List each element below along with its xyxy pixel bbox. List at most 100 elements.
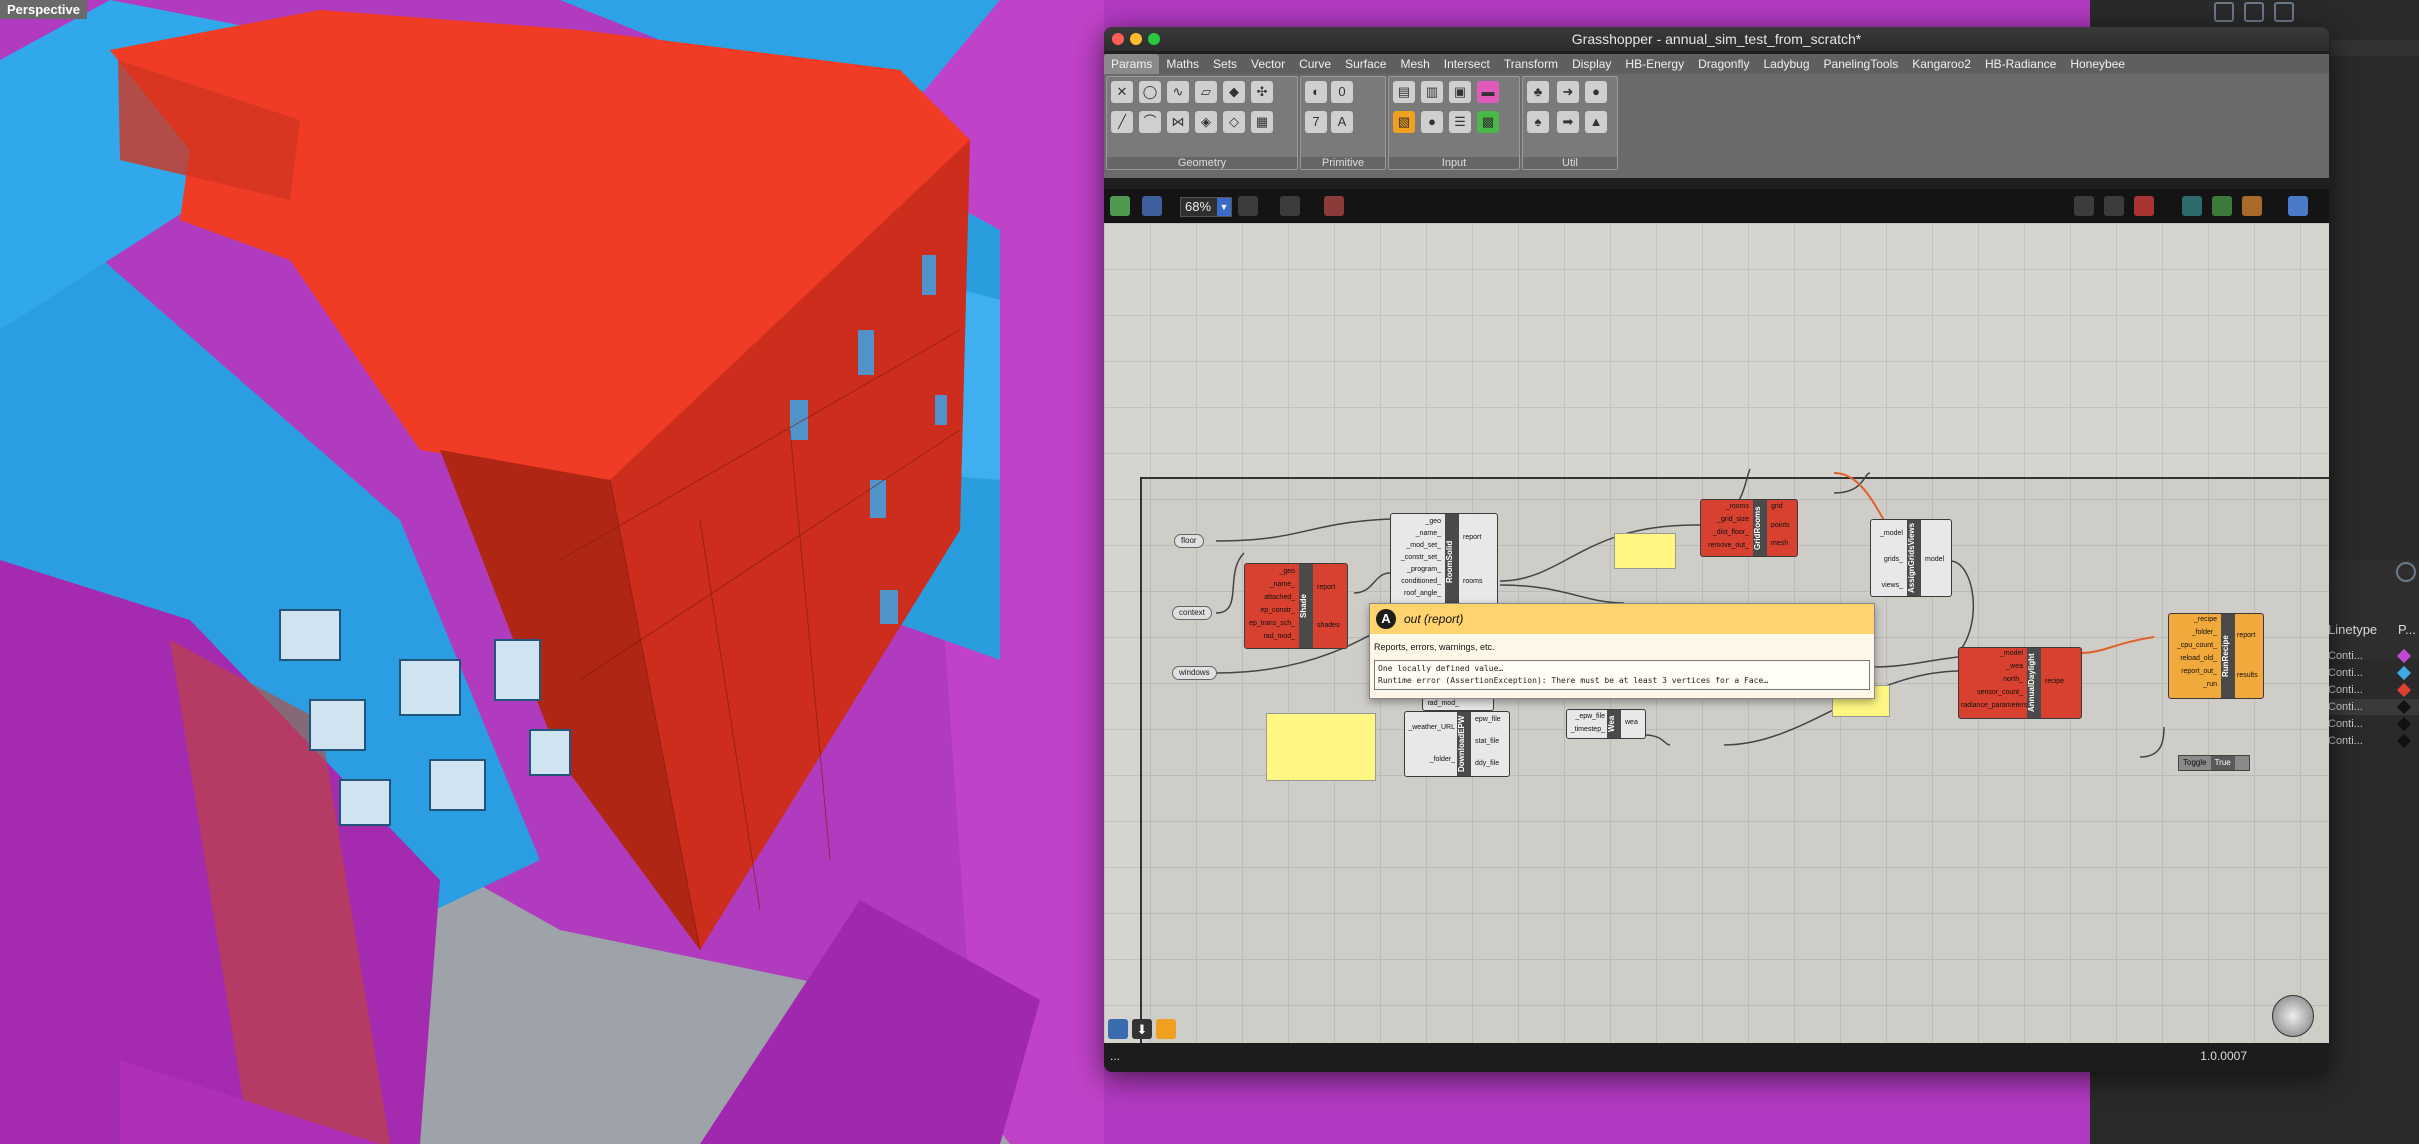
save-icon[interactable] [1142,196,1162,216]
tab-kangaroo2[interactable]: Kangaroo2 [1905,54,1978,74]
sketch-icon[interactable] [1324,196,1344,216]
tree-icon[interactable]: ♠ [1527,111,1549,133]
preview-mode-icon[interactable] [2074,196,2094,216]
zoom-select[interactable]: 68% ▼ [1180,197,1232,217]
hidden-component[interactable]: rad_mod_ [1422,697,1494,711]
tab-dragonfly[interactable]: Dragonfly [1691,54,1756,74]
zoom-button[interactable] [1148,33,1160,45]
close-button[interactable] [1112,33,1124,45]
file-icon[interactable]: ▥ [1421,81,1443,103]
window-titlebar[interactable]: Grasshopper - annual_sim_test_from_scrat… [1104,27,2329,51]
plane-icon[interactable]: ▦ [1251,111,1273,133]
room-solid-component[interactable]: _geo _name_ _mod_set_ _constr_set_ _prog… [1390,513,1498,611]
grasshopper-canvas[interactable]: floor context windows _geo _name_ attach… [1104,223,2329,1043]
curve-icon[interactable]: ∿ [1167,81,1189,103]
minimize-button[interactable] [1130,33,1142,45]
grasshopper-window[interactable]: Grasshopper - annual_sim_test_from_scrat… [1104,27,2329,1072]
cherry-icon[interactable]: ♣ [1527,81,1549,103]
relay-icon[interactable]: ➡ [1557,111,1579,133]
navigation-wheel-icon[interactable] [2272,995,2314,1037]
assign-grids-views-component[interactable]: _model grids_ views_ AssignGridsViews mo… [1870,519,1952,597]
button-icon[interactable]: ▣ [1449,81,1471,103]
annual-daylight-component[interactable]: _model _wea north_ sensor_count_ radianc… [1958,647,2082,719]
render-icon[interactable] [2242,196,2262,216]
layer-color-swatch[interactable] [2396,699,2411,715]
field-icon[interactable]: ◇ [1223,111,1245,133]
layer-row[interactable]: Conti...... [2328,716,2419,732]
param-floor[interactable]: floor [1174,534,1204,548]
linetype-header[interactable]: Linetype [2328,622,2377,637]
python-icon[interactable]: ▧ [1393,111,1415,133]
layer-color-swatch[interactable] [2396,648,2411,664]
tab-transform[interactable]: Transform [1497,54,1565,74]
circle-icon[interactable]: ◯ [1139,81,1161,103]
gear-icon[interactable] [2396,562,2416,582]
tab-display[interactable]: Display [1565,54,1618,74]
boolean-icon[interactable]: ◐ [1305,81,1327,103]
record-icon[interactable] [2134,196,2154,216]
tab-vector[interactable]: Vector [1244,54,1292,74]
cone-icon[interactable]: ▲ [1585,111,1607,133]
square-icon[interactable] [2244,2,2264,22]
run-recipe-component[interactable]: _recipe _folder_ _cpu_count_ reload_old_… [2168,613,2264,699]
surface-icon[interactable]: ▱ [1195,81,1217,103]
wireframe-icon[interactable] [2104,196,2124,216]
layer-color-swatch[interactable] [2396,716,2411,732]
toggle-value[interactable]: True [2210,756,2235,770]
download-epw-component[interactable]: _weather_URL _folder_ DownloadEPW epw_fi… [1404,711,1510,777]
param-context[interactable]: context [1172,606,1212,620]
settings-icon[interactable] [2288,196,2308,216]
link-icon[interactable] [2274,2,2294,22]
list-icon[interactable]: ☰ [1449,111,1471,133]
display-icon[interactable] [2182,196,2202,216]
mesh-icon[interactable]: ⋈ [1167,111,1189,133]
ladybug-icon[interactable] [1156,1019,1176,1039]
grid-rooms-component[interactable]: _rooms _grid_size _dist_floor_ remove_ou… [1700,499,1798,557]
gradient-icon[interactable]: ▬ [1477,81,1499,103]
wea-component[interactable]: _epw_file _timestep_ Wea wea [1566,709,1646,739]
arrow-icon[interactable]: ➜ [1557,81,1579,103]
layer-row[interactable]: Conti...... [2328,665,2419,681]
layer-row[interactable]: Conti...... [2328,733,2419,749]
tab-sets[interactable]: Sets [1206,54,1244,74]
tab-hb-energy[interactable]: HB-Energy [1618,54,1691,74]
print-header[interactable]: P... [2398,622,2416,637]
point-icon[interactable]: ✣ [1251,81,1273,103]
tab-intersect[interactable]: Intersect [1437,54,1497,74]
sphere-icon[interactable]: ● [1585,81,1607,103]
note-panel[interactable] [1614,533,1676,569]
close-icon[interactable]: ✕ [1111,81,1133,103]
panel-icon[interactable]: ▤ [1393,81,1415,103]
preview-eye-icon[interactable] [1280,196,1300,216]
layer-color-swatch[interactable] [2396,733,2411,749]
box-icon[interactable]: ◆ [1223,81,1245,103]
layer-row[interactable]: Conti...... [2328,682,2419,698]
url-note-panel[interactable] [1266,713,1376,781]
shade-component[interactable]: _geo _name_ attached_ ep_constr_ ep_tran… [1244,563,1348,649]
line-icon[interactable]: ╱ [1111,111,1133,133]
bake-icon[interactable] [2212,196,2232,216]
tab-ladybug[interactable]: Ladybug [1756,54,1816,74]
tab-honeybee[interactable]: Honeybee [2063,54,2132,74]
tab-maths[interactable]: Maths [1159,54,1206,74]
toggle-icon[interactable]: ● [1421,111,1443,133]
integer-icon[interactable]: 0 [1331,81,1353,103]
run-toggle[interactable]: Toggle True [2178,755,2250,771]
brep-icon[interactable]: ◈ [1195,111,1217,133]
layer-row[interactable]: Conti...... [2328,648,2419,664]
tab-surface[interactable]: Surface [1338,54,1393,74]
download-icon[interactable]: ⬇ [1132,1019,1152,1039]
tab-panelingtools[interactable]: PanelingTools [1817,54,1906,74]
param-windows[interactable]: windows [1172,666,1217,680]
layer-color-swatch[interactable] [2396,682,2411,698]
layer-color-swatch[interactable] [2396,665,2411,681]
tab-hb-radiance[interactable]: HB-Radiance [1978,54,2063,74]
graph-icon[interactable]: ▩ [1477,111,1499,133]
chevron-down-icon[interactable]: ▼ [1217,198,1231,216]
tab-params[interactable]: Params [1104,54,1160,74]
layer-row[interactable]: Conti...... [2328,699,2419,715]
tab-mesh[interactable]: Mesh [1393,54,1436,74]
camera-icon[interactable] [2214,2,2234,22]
text-icon[interactable]: A [1331,111,1353,133]
python-icon[interactable] [1108,1019,1128,1039]
